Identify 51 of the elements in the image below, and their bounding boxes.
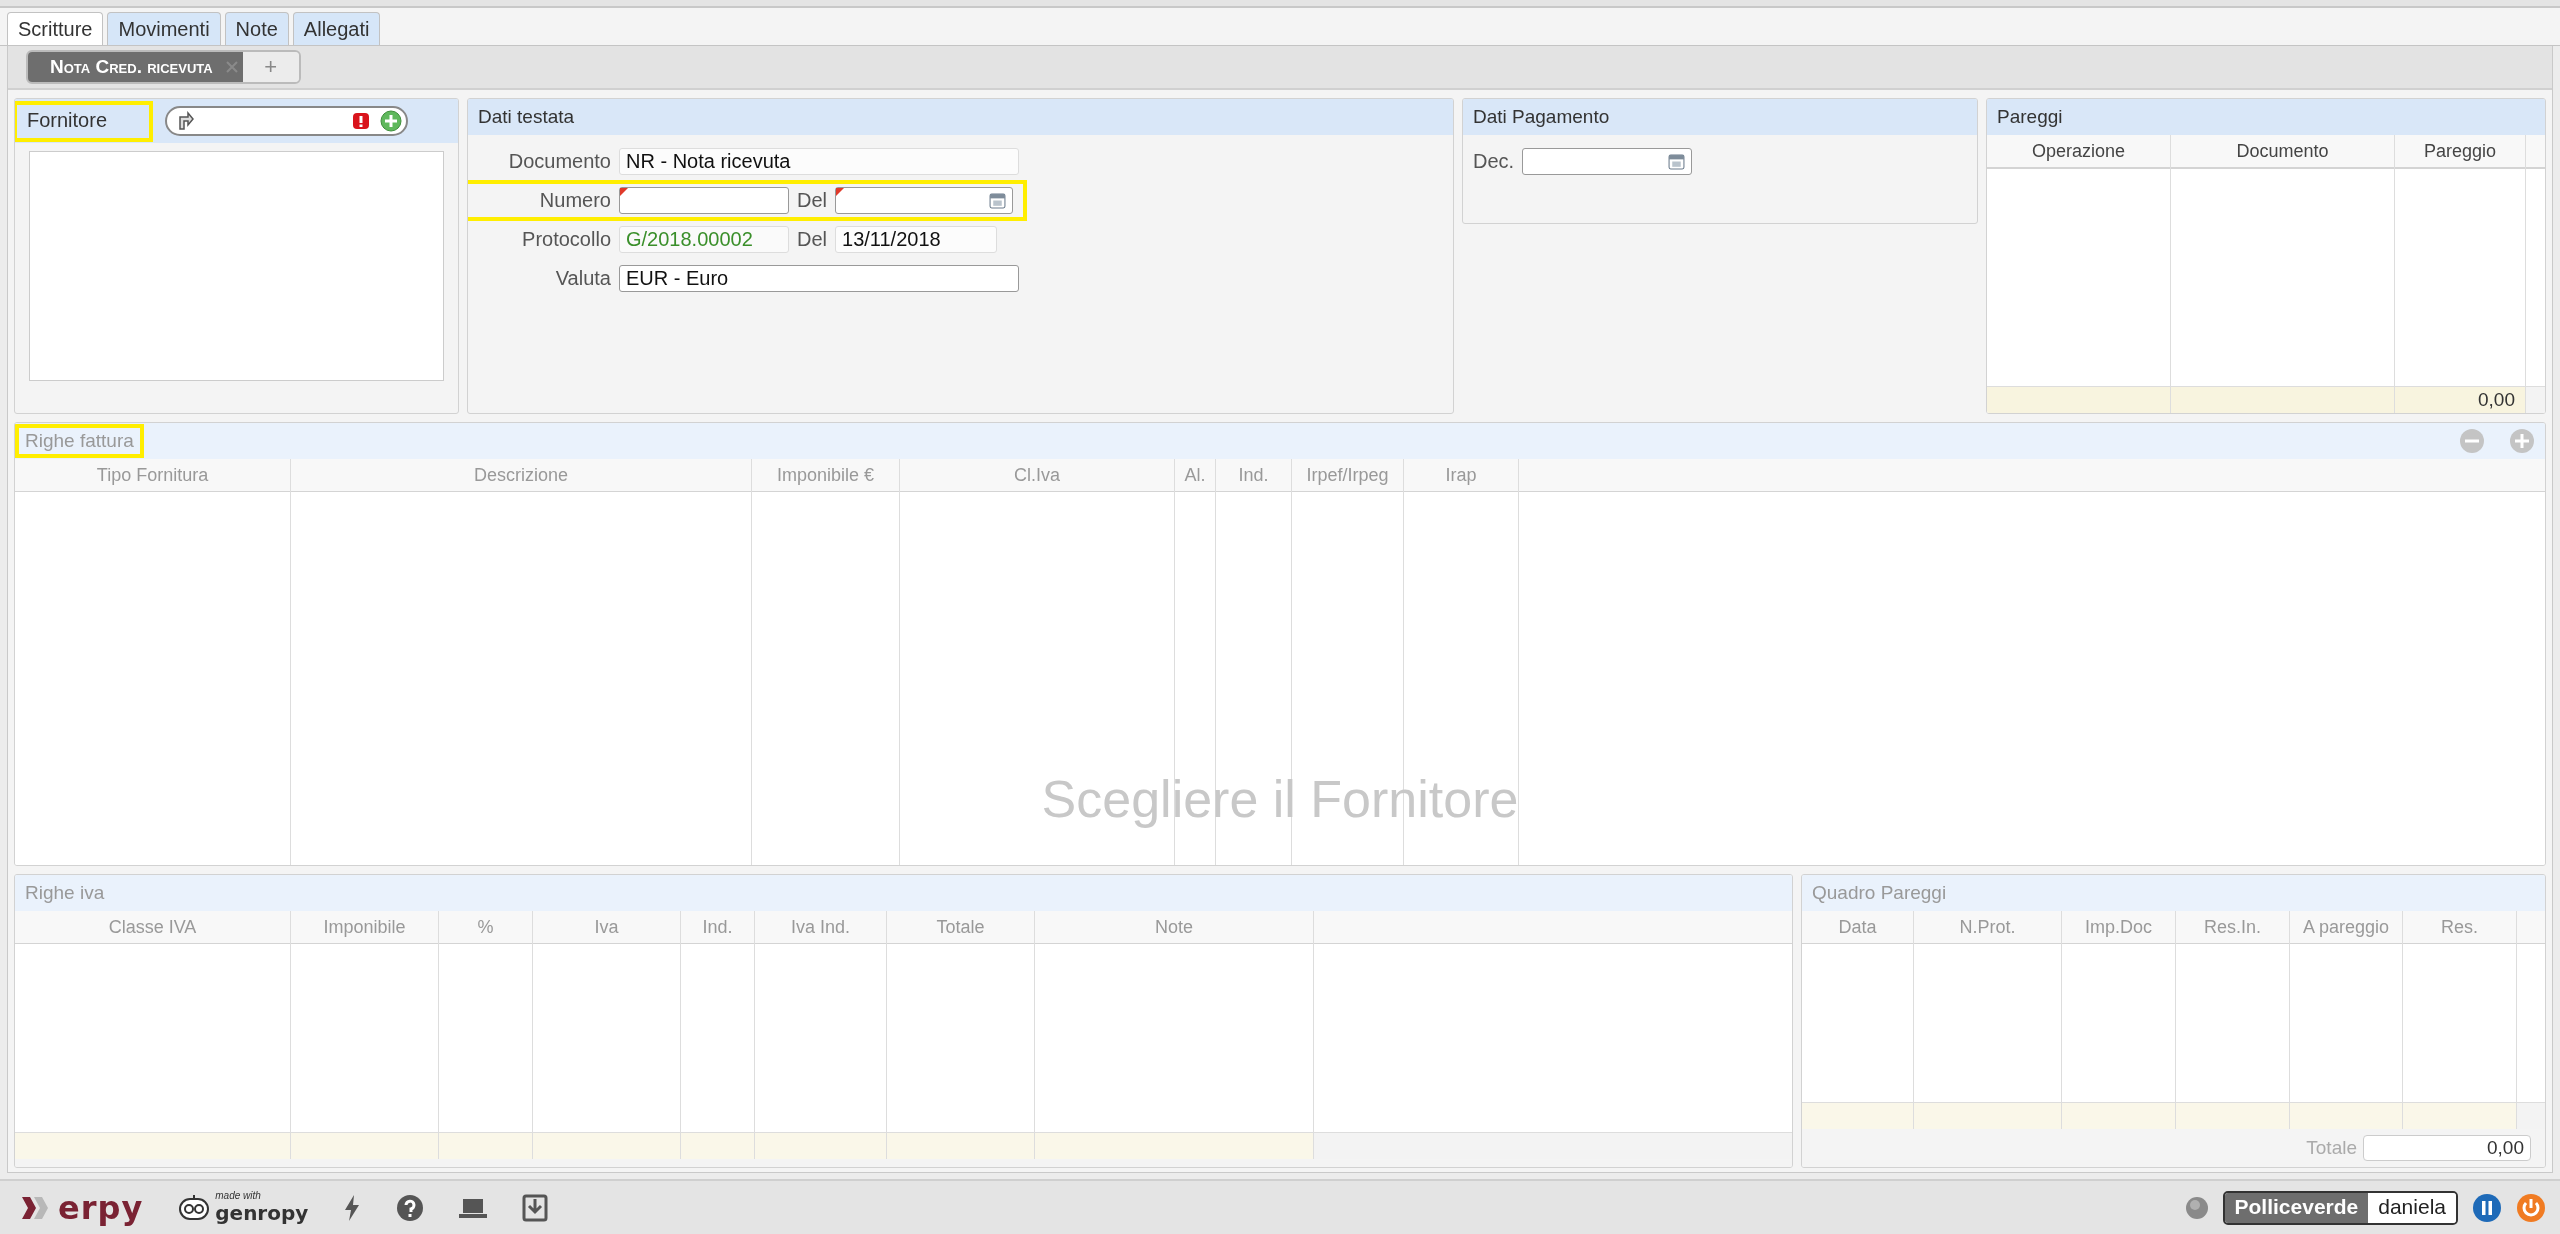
field-label: Del <box>797 228 827 252</box>
column-header[interactable]: Operazione <box>1987 135 2170 170</box>
input-field[interactable]: 13/11/2018 <box>835 226 997 254</box>
calendar-icon[interactable] <box>989 192 1006 210</box>
tab[interactable]: Movimenti <box>107 11 221 46</box>
field-label: Del <box>797 189 827 213</box>
field-label: Documento <box>507 150 611 174</box>
warning-icon <box>352 112 370 131</box>
field-label: Valuta <box>554 267 611 291</box>
user-name: daniela <box>2368 1192 2456 1223</box>
add-icon[interactable] <box>2509 428 2535 455</box>
panel-title: Dati Pagamento <box>1473 106 1610 129</box>
tab[interactable]: Scritture <box>7 11 104 46</box>
input-field[interactable] <box>619 187 789 215</box>
date-field[interactable] <box>835 187 1013 215</box>
field-label: Protocollo <box>521 228 611 252</box>
input-field[interactable]: EUR - Euro <box>619 265 1019 293</box>
power-icon[interactable] <box>2516 1192 2546 1223</box>
add-icon[interactable] <box>380 110 402 133</box>
user-badge[interactable]: Polliceverde daniela <box>2222 1190 2458 1225</box>
panel-title: Righe fattura <box>17 426 142 457</box>
status-dot-icon <box>2184 1195 2209 1220</box>
total-value: 0,00 <box>2478 389 2515 412</box>
panel-title: Dati testata <box>478 106 575 129</box>
panel-title: Pareggi <box>1997 106 2063 129</box>
document-tab[interactable]: Nota Cred. ricevuta <box>28 52 243 83</box>
supplier-label: Fornitore <box>15 102 152 140</box>
search-field[interactable] <box>165 106 408 137</box>
panel-title: Quadro Pareggi <box>1812 882 1947 905</box>
total-label: Totale <box>2306 1137 2357 1160</box>
column-header[interactable]: Documento <box>2171 135 2394 170</box>
field-label: Numero <box>538 189 611 213</box>
tab[interactable]: Allegati <box>292 11 381 46</box>
field-label: Dec. <box>1473 150 1515 174</box>
company-name: Polliceverde <box>2224 1192 2369 1223</box>
date-field[interactable] <box>1522 148 1693 176</box>
download-icon[interactable] <box>522 1193 549 1222</box>
brand-logo: erpy <box>58 1191 144 1224</box>
made-with-text: made with <box>215 1190 262 1201</box>
input-field[interactable]: NR - Nota ricevuta <box>619 148 1019 176</box>
tab[interactable]: Note <box>224 11 289 46</box>
help-icon[interactable] <box>396 1193 425 1222</box>
calendar-icon[interactable] <box>1668 153 1686 171</box>
input-field[interactable]: G/2018.00002 <box>619 226 789 254</box>
pause-icon[interactable] <box>2472 1192 2502 1223</box>
remove-icon[interactable] <box>2459 428 2485 455</box>
panel-title: Righe iva <box>25 882 105 905</box>
column-header[interactable]: Pareggio <box>2395 135 2525 170</box>
framework-logo: genropy <box>215 1200 309 1225</box>
robot-icon <box>177 1192 212 1223</box>
add-tab-button[interactable]: + <box>242 52 299 83</box>
